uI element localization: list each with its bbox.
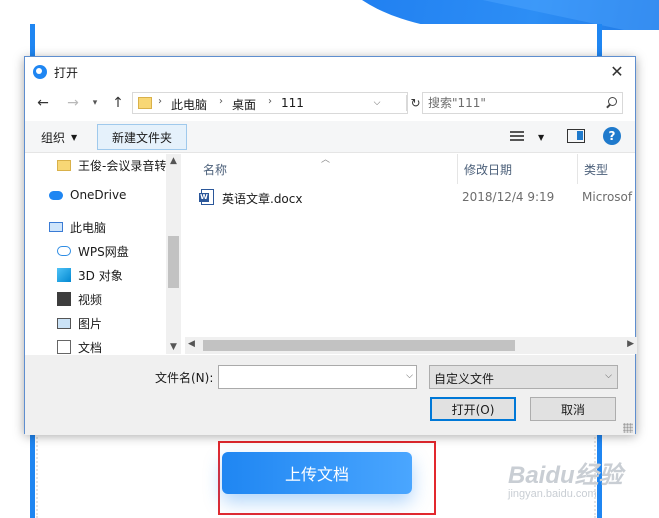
filetype-select[interactable]: 自定义文件 ⌵	[429, 365, 618, 389]
file-type: Microsof	[582, 190, 633, 204]
search-icon[interactable]	[604, 96, 618, 110]
nav-pane-scrollbar[interactable]: ▲ ▼	[166, 154, 181, 354]
scroll-right-icon[interactable]: ▶	[627, 339, 634, 349]
search-input[interactable]	[428, 95, 598, 111]
nav-item-onedrive[interactable]: OneDrive	[49, 184, 126, 206]
nav-item-videos[interactable]: 视频	[57, 288, 102, 310]
nav-item-3d-objects[interactable]: 3D 对象	[57, 264, 123, 286]
organize-label: 组织	[41, 130, 66, 145]
breadcrumb-this-pc[interactable]: 此电脑	[171, 96, 207, 113]
nav-item-label: OneDrive	[70, 188, 127, 202]
column-header-name[interactable]: 名称	[203, 154, 227, 184]
folder-icon	[138, 97, 152, 109]
dialog-title: 打开	[54, 66, 79, 80]
wps-cloud-icon	[57, 246, 71, 256]
computer-icon	[49, 222, 63, 232]
app-icon	[33, 65, 47, 79]
address-dropdown-chevron-icon[interactable]: ⌵	[369, 95, 385, 111]
column-header-type[interactable]: 类型	[584, 154, 608, 184]
breadcrumb-separator[interactable]: ›	[158, 96, 162, 107]
sort-ascending-icon: ︿	[321, 155, 331, 165]
change-view-button[interactable]: ▼	[510, 128, 550, 146]
breadcrumb-separator[interactable]: ›	[219, 96, 223, 107]
help-icon[interactable]: ?	[603, 127, 621, 145]
filename-label: 文件名(N):	[155, 371, 214, 385]
nav-item-label: 此电脑	[70, 220, 107, 235]
column-divider[interactable]	[457, 154, 458, 184]
close-icon[interactable]: ✕	[607, 61, 627, 81]
pictures-icon	[57, 317, 71, 329]
dialog-titlebar[interactable]: 打开 ✕	[25, 57, 635, 87]
file-list-horizontal-scrollbar[interactable]: ◀ ▶	[185, 337, 637, 354]
open-file-dialog: 打开 ✕ ← → ▾ ↑ › 此电脑 › 桌面 › 111 ⌵ ↻ 组织 ▼ 新…	[24, 56, 637, 435]
word-doc-icon	[199, 189, 214, 205]
navigation-pane: 王俊-会议录音转 OneDrive 此电脑 WPS网盘 3D 对象 视频 图片	[25, 154, 181, 355]
documents-icon	[57, 340, 71, 354]
watermark-main-text: Baidu经验	[508, 462, 623, 489]
nav-item-label: 视频	[78, 292, 103, 307]
nav-item-this-pc[interactable]: 此电脑	[49, 216, 106, 238]
organize-menu-button[interactable]: 组织 ▼	[33, 127, 85, 147]
breadcrumb-separator[interactable]: ›	[268, 96, 272, 107]
breadcrumb-desktop[interactable]: 桌面	[232, 96, 256, 113]
cancel-button[interactable]: 取消	[530, 397, 616, 421]
scroll-left-icon[interactable]: ◀	[188, 339, 195, 349]
nav-item-wps-cloud[interactable]: WPS网盘	[57, 240, 129, 262]
nav-item-pictures[interactable]: 图片	[57, 312, 102, 334]
chevron-down-icon[interactable]: ⌵	[605, 371, 612, 381]
nav-item-label: 王俊-会议录音转	[78, 158, 167, 173]
nav-item-folder[interactable]: 王俊-会议录音转	[57, 154, 166, 176]
open-button[interactable]: 打开(O)	[430, 397, 516, 421]
resize-grip-icon[interactable]	[623, 423, 633, 433]
cloud-icon	[49, 190, 63, 200]
file-modified-date: 2018/12/4 9:19	[462, 190, 555, 204]
view-list-icon	[510, 131, 524, 143]
address-bar[interactable]: › 此电脑 › 桌面 › 111 ⌵	[132, 92, 408, 114]
file-row[interactable]: 英语文章.docx 2018/12/4 9:19 Microsof	[199, 186, 639, 208]
column-header-modified[interactable]: 修改日期	[464, 154, 512, 184]
3d-objects-icon	[57, 268, 71, 282]
forward-arrow-icon[interactable]: →	[64, 93, 82, 113]
scrollbar-thumb[interactable]	[203, 340, 515, 351]
folder-icon	[57, 159, 71, 171]
filename-combobox[interactable]: ⌵	[218, 365, 417, 389]
dialog-footer: 文件名(N): ⌵ 自定义文件 ⌵ 打开(O) 取消	[25, 355, 635, 435]
recent-locations-chevron-icon[interactable]: ▾	[89, 93, 101, 113]
scrollbar-thumb[interactable]	[168, 236, 179, 288]
nav-item-label: 文档	[78, 340, 103, 355]
video-icon	[57, 292, 71, 306]
file-name: 英语文章.docx	[222, 192, 303, 206]
scroll-down-icon[interactable]: ▼	[166, 342, 181, 352]
nav-item-label: 图片	[78, 316, 103, 331]
baidu-watermark: Baidu经验 jingyan.baidu.com	[508, 455, 623, 500]
caret-down-icon: ▼	[538, 132, 545, 142]
up-arrow-icon[interactable]: ↑	[109, 93, 127, 113]
chevron-down-icon[interactable]: ⌵	[406, 371, 413, 381]
nav-item-label: 3D 对象	[78, 268, 123, 283]
dialog-toolbar: 组织 ▼ 新建文件夹 ▼ ?	[25, 121, 635, 153]
new-folder-button[interactable]: 新建文件夹	[97, 124, 187, 150]
upload-document-button[interactable]: 上传文档	[222, 452, 412, 494]
back-arrow-icon[interactable]: ←	[34, 93, 52, 113]
scroll-up-icon[interactable]: ▲	[166, 156, 181, 166]
caret-down-icon: ▼	[71, 132, 78, 142]
file-list-pane: ︿ 名称 修改日期 类型 英语文章.docx 2018/12/4 9:19 Mi…	[185, 154, 637, 354]
nav-item-label: WPS网盘	[78, 244, 129, 259]
preview-pane-icon[interactable]	[567, 129, 585, 143]
breadcrumb-111[interactable]: 111	[281, 96, 304, 110]
filetype-value: 自定义文件	[434, 372, 495, 386]
search-box[interactable]	[422, 92, 623, 114]
column-divider[interactable]	[577, 154, 578, 184]
